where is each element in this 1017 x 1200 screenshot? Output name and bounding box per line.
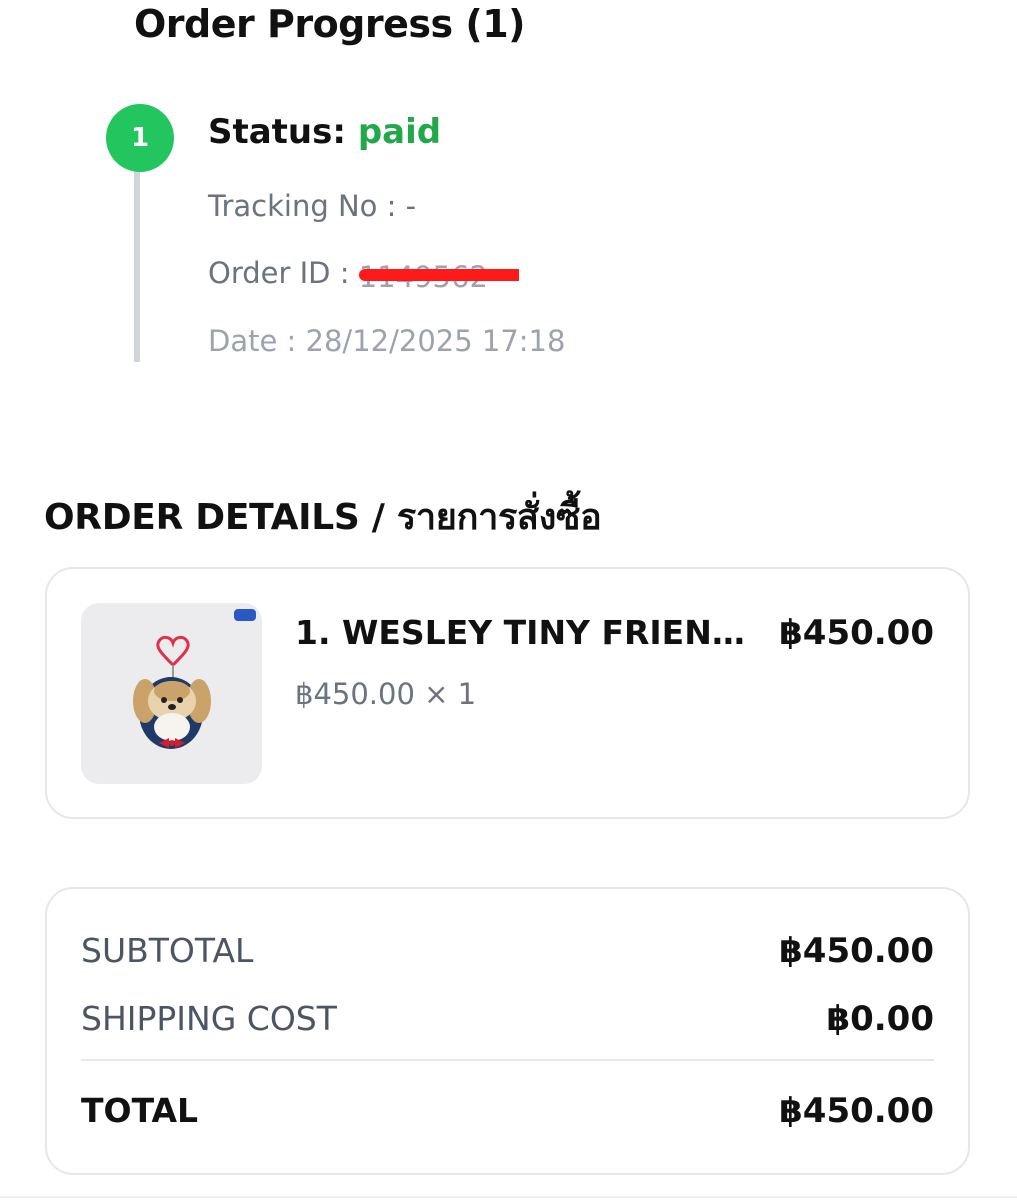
bottom-divider [0,1196,1017,1198]
summary-divider [81,1059,934,1061]
order-progress-title: Order Progress (1) [134,2,526,46]
shipping-label: SHIPPING COST [81,999,337,1038]
total-label: TOTAL [81,1091,199,1130]
order-id-line: Order ID : 1149562 [208,256,519,290]
product-line-total: ฿450.00 [779,613,934,653]
total-value: ฿450.00 [779,1091,934,1131]
product-unit-price-quantity: ฿450.00 × 1 [295,677,477,711]
total-row: TOTAL ฿450.00 [81,1091,934,1131]
redaction-mark [358,269,519,281]
order-item-card[interactable]: 1. WESLEY TINY FRIENDS... ฿450.00 ฿450.0… [45,567,970,819]
product-name[interactable]: 1. WESLEY TINY FRIENDS... [295,613,765,652]
order-date: Date : 28/12/2025 17:18 [208,324,566,358]
shipping-row: SHIPPING COST ฿0.00 [81,999,934,1039]
brand-badge-icon [234,609,256,621]
timeline-line [134,150,140,362]
status-line: Status: paid [208,112,441,152]
order-page: Order Progress (1) 1 Status: paid Tracki… [0,0,1017,1200]
plush-keychain-illustration [133,635,211,749]
status-value: paid [357,112,442,152]
status-label: Status: [208,112,346,152]
order-summary-card: SUBTOTAL ฿450.00 SHIPPING COST ฿0.00 TOT… [45,887,970,1175]
shipping-value: ฿0.00 [826,999,934,1039]
step-number-badge: 1 [106,104,174,172]
tracking-number: Tracking No : - [208,189,417,223]
subtotal-label: SUBTOTAL [81,931,254,970]
order-details-title: ORDER DETAILS / รายการสั่งซื้อ [44,497,602,538]
subtotal-value: ฿450.00 [779,931,934,971]
subtotal-row: SUBTOTAL ฿450.00 [81,931,934,971]
plush-keychain-image[interactable] [81,603,262,784]
order-id-label: Order ID : [208,256,350,290]
order-id-redacted: 1149562 [358,260,519,290]
